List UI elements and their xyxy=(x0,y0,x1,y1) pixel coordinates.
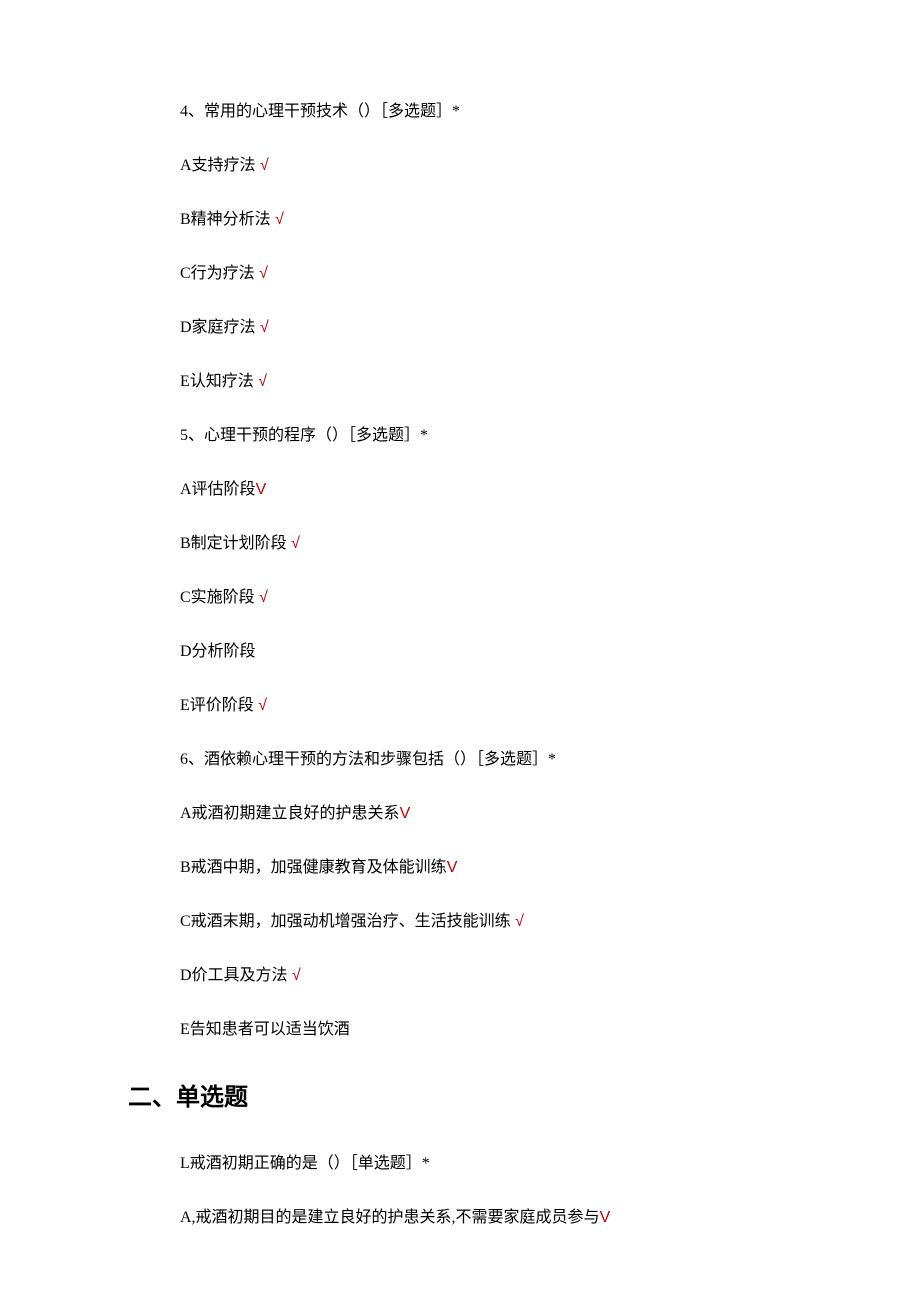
option-text: B精神分析法 xyxy=(180,211,271,228)
section2-q1-text: L戒酒初期正确的是（）［单选题］* xyxy=(180,1152,820,1176)
question-5-text: 5、心理干预的程序（）［多选题］* xyxy=(180,424,820,448)
option-text: B戒酒中期，加强健康教育及体能训练 xyxy=(180,859,447,876)
option-text: E告知患者可以适当饮酒 xyxy=(180,1021,350,1038)
check-icon: √ xyxy=(254,373,267,390)
question-4-option-b: B精神分析法 √ xyxy=(180,208,820,232)
check-icon: √ xyxy=(271,211,284,228)
question-4-option-e: E认知疗法 √ xyxy=(180,370,820,394)
check-icon: V xyxy=(256,481,267,498)
option-text: A,戒酒初期目的是建立良好的护患关系,不需要家庭成员参与 xyxy=(180,1209,600,1226)
question-4-option-d: D家庭疗法 √ xyxy=(180,316,820,340)
check-icon: √ xyxy=(255,265,268,282)
option-text: E认知疗法 xyxy=(180,373,254,390)
question-5-option-d: D分析阶段 xyxy=(180,640,820,664)
option-text: A评估阶段 xyxy=(180,481,256,498)
check-icon: V xyxy=(400,805,411,822)
option-text: D家庭疗法 xyxy=(180,319,256,336)
option-text: C行为疗法 xyxy=(180,265,255,282)
check-icon: V xyxy=(447,859,458,876)
option-text: E评价阶段 xyxy=(180,697,254,714)
option-text: C实施阶段 xyxy=(180,589,255,606)
question-6-option-a: A戒酒初期建立良好的护患关系V xyxy=(180,802,820,826)
document-content: 4、常用的心理干预技术（）［多选题］* A支持疗法 √ B精神分析法 √ C行为… xyxy=(0,100,920,1042)
option-text: D分析阶段 xyxy=(180,643,256,660)
check-icon: √ xyxy=(511,913,524,930)
question-6-option-d: D价工具及方法 √ xyxy=(180,964,820,988)
question-5-option-e: E评价阶段 √ xyxy=(180,694,820,718)
option-text: A支持疗法 xyxy=(180,157,256,174)
question-4-option-c: C行为疗法 √ xyxy=(180,262,820,286)
check-icon: √ xyxy=(254,697,267,714)
section2-q1-option-a: A,戒酒初期目的是建立良好的护患关系,不需要家庭成员参与V xyxy=(180,1206,820,1230)
section-2-content: L戒酒初期正确的是（）［单选题］* A,戒酒初期目的是建立良好的护患关系,不需要… xyxy=(0,1152,920,1230)
question-4-option-a: A支持疗法 √ xyxy=(180,154,820,178)
section-2-header: 二、单选题 xyxy=(0,1077,920,1112)
option-text: C戒酒末期，加强动机增强治疗、生活技能训练 xyxy=(180,913,511,930)
question-6-text: 6、酒依赖心理干预的方法和步骤包括（）［多选题］* xyxy=(180,748,820,772)
question-6-option-e: E告知患者可以适当饮酒 xyxy=(180,1018,820,1042)
question-5-option-b: B制定计划阶段 √ xyxy=(180,532,820,556)
check-icon: √ xyxy=(287,535,300,552)
option-text: B制定计划阶段 xyxy=(180,535,287,552)
question-6-option-b: B戒酒中期，加强健康教育及体能训练V xyxy=(180,856,820,880)
check-icon: V xyxy=(600,1209,611,1226)
question-5-option-c: C实施阶段 √ xyxy=(180,586,820,610)
option-text: A戒酒初期建立良好的护患关系 xyxy=(180,805,400,822)
check-icon: √ xyxy=(288,967,301,984)
check-icon: √ xyxy=(256,157,269,174)
check-icon: √ xyxy=(255,589,268,606)
question-5-option-a: A评估阶段V xyxy=(180,478,820,502)
option-text: D价工具及方法 xyxy=(180,967,288,984)
question-6-option-c: C戒酒末期，加强动机增强治疗、生活技能训练 √ xyxy=(180,910,820,934)
check-icon: √ xyxy=(256,319,269,336)
question-4-text: 4、常用的心理干预技术（）［多选题］* xyxy=(180,100,820,124)
